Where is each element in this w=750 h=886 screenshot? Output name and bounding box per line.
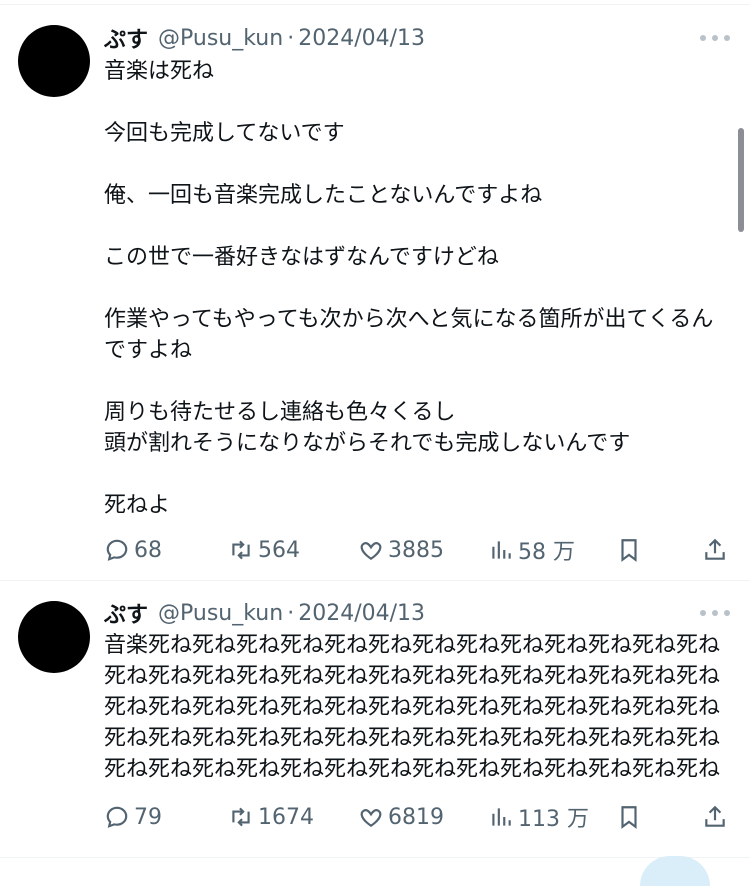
tweet-line: 今回も完成してないです <box>104 121 345 146</box>
tweet-line <box>104 273 734 304</box>
share-button[interactable] <box>702 802 732 832</box>
bookmark-button[interactable] <box>616 802 646 832</box>
separator-dot: · <box>287 25 295 51</box>
tweet-line: 死ね死ね死ね死ね死ね死ね死ね死ね死ね死ね死ね死ね死ね死ね <box>104 695 721 720</box>
tweet-1[interactable]: ぷす @Pusu_kun · 2024/04/13 音楽は死ね 今回も完成してな… <box>0 0 750 580</box>
bookmark-icon <box>621 806 637 829</box>
avatar[interactable] <box>18 25 90 97</box>
tweet-line: 周りも待たせるし連絡も色々くるし <box>104 400 456 425</box>
tweet-header: ぷす @Pusu_kun · 2024/04/13 <box>104 597 425 629</box>
tweet-line <box>104 459 734 490</box>
tweet-line: 俺、一回も音楽完成したことないんですよね <box>104 183 543 208</box>
tweet-body: 音楽死ね死ね死ね死ね死ね死ね死ね死ね死ね死ね死ね死ね死ね 死ね死ね死ね死ね死ね死… <box>104 630 734 785</box>
scrollbar[interactable] <box>738 128 744 232</box>
floating-button[interactable] <box>640 856 710 886</box>
retweet-icon <box>232 807 250 827</box>
share-button[interactable] <box>702 535 732 565</box>
views-icon <box>492 541 511 559</box>
tweet-body: 音楽は死ね 今回も完成してないです 俺、一回も音楽完成したことないんですよね こ… <box>104 56 734 521</box>
retweet-icon <box>232 540 250 560</box>
share-icon <box>705 538 725 560</box>
tweet-line <box>104 211 734 242</box>
reply-icon <box>106 539 128 561</box>
like-button[interactable]: 3885 <box>358 535 444 565</box>
views-button[interactable]: 58 万 <box>488 535 575 565</box>
more-icon[interactable] <box>700 33 730 43</box>
like-count: 3885 <box>388 537 444 563</box>
reply-icon <box>106 806 128 828</box>
avatar[interactable] <box>18 601 90 673</box>
bookmark-button[interactable] <box>616 535 646 565</box>
tweet-line: 死ね死ね死ね死ね死ね死ね死ね死ね死ね死ね死ね死ね死ね死ね <box>104 757 721 782</box>
display-name[interactable]: ぷす <box>104 22 148 54</box>
tweet-actions: 79 1674 6819 113 万 <box>104 802 730 832</box>
reply-count: 79 <box>134 804 162 830</box>
views-button[interactable]: 113 万 <box>488 802 589 832</box>
tweet-divider <box>0 857 750 858</box>
tweet-line <box>104 366 734 397</box>
separator-dot: · <box>287 600 295 626</box>
tweet-header: ぷす @Pusu_kun · 2024/04/13 <box>104 22 425 54</box>
like-count: 6819 <box>388 804 444 830</box>
reply-button[interactable]: 68 <box>104 535 162 565</box>
views-count: 113 万 <box>518 807 589 832</box>
heart-icon <box>360 542 382 560</box>
views-count: 58 万 <box>518 540 575 565</box>
tweet-line: 死ね死ね死ね死ね死ね死ね死ね死ね死ね死ね死ね死ね死ね死ね <box>104 726 721 751</box>
tweet-line: 頭が割れそうになりながらそれでも完成しないんです <box>104 431 631 456</box>
retweet-button[interactable]: 564 <box>228 535 300 565</box>
retweet-count: 1674 <box>258 804 314 830</box>
reply-button[interactable]: 79 <box>104 802 162 832</box>
tweet-line: 死ね死ね死ね死ね死ね死ね死ね死ね死ね死ね死ね死ね死ね死ね <box>104 664 721 689</box>
like-button[interactable]: 6819 <box>358 802 444 832</box>
display-name[interactable]: ぷす <box>104 597 148 629</box>
tweet-line: ですよね <box>104 338 193 363</box>
tweet-line: 死ねよ <box>104 493 171 518</box>
tweet-line: 作業やってもやっても次から次へと気になる箇所が出てくるん <box>104 307 714 332</box>
bookmark-icon <box>621 539 637 562</box>
tweet-line: この世で一番好きなはずなんですけどね <box>104 245 499 270</box>
reply-count: 68 <box>134 537 162 563</box>
retweet-button[interactable]: 1674 <box>228 802 314 832</box>
tweet-date[interactable]: 2024/04/13 <box>298 26 425 51</box>
more-icon[interactable] <box>700 608 730 618</box>
tweet-line <box>104 149 734 180</box>
share-icon <box>705 805 725 827</box>
tweet-line: 音楽は死ね <box>104 59 215 84</box>
tweet-line <box>104 87 734 118</box>
tweet-2[interactable]: ぷす @Pusu_kun · 2024/04/13 音楽死ね死ね死ね死ね死ね死ね… <box>0 581 750 856</box>
retweet-count: 564 <box>258 537 300 563</box>
tweet-line: 音楽死ね死ね死ね死ね死ね死ね死ね死ね死ね死ね死ね死ね死ね <box>104 633 721 658</box>
user-handle[interactable]: @Pusu_kun <box>158 601 283 626</box>
tweet-date[interactable]: 2024/04/13 <box>298 601 425 626</box>
user-handle[interactable]: @Pusu_kun <box>158 26 283 51</box>
heart-icon <box>360 809 382 827</box>
tweet-actions: 68 564 3885 58 万 <box>104 535 730 565</box>
views-icon <box>492 808 511 826</box>
